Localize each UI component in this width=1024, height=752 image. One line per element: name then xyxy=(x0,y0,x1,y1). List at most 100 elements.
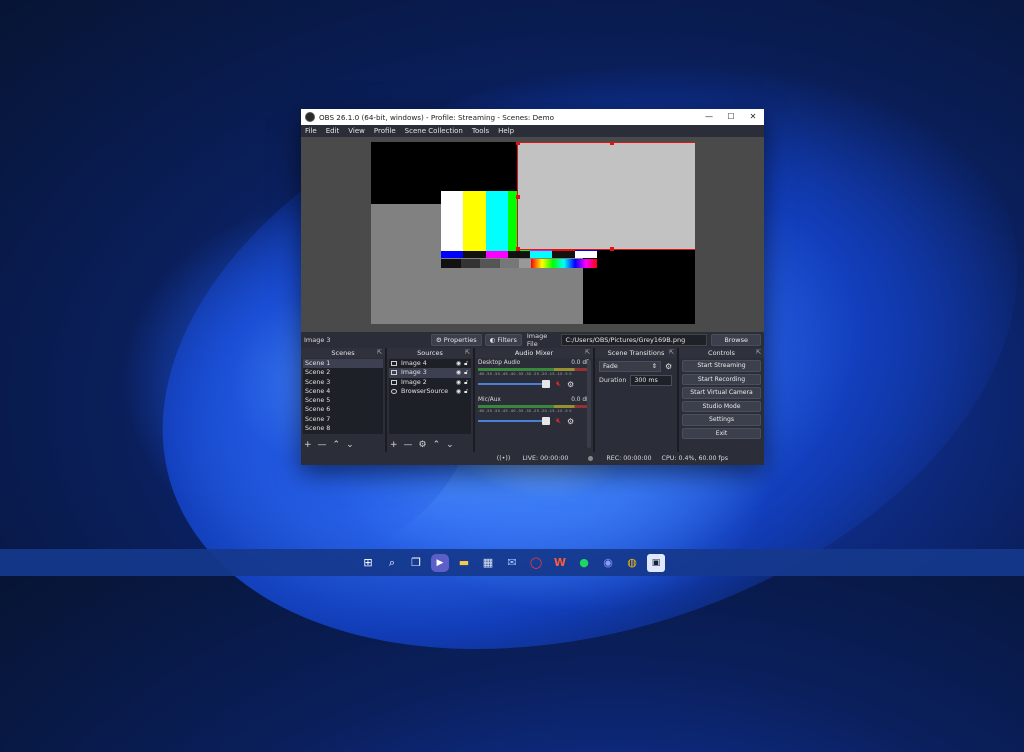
menu-tools[interactable]: Tools xyxy=(472,127,489,135)
scene-item[interactable]: Scene 2 xyxy=(303,368,383,377)
undock-icon[interactable]: ⇱ xyxy=(669,348,674,358)
scene-item[interactable]: Scene 5 xyxy=(303,396,383,405)
taskbar: ⊞ ⌕ ❐ ▶ ▬ ▦ ✉ ◯ W ● ◉ ◍ ▣ xyxy=(0,549,1024,576)
gear-icon[interactable]: ⚙ xyxy=(665,362,672,371)
color-bars-reverse xyxy=(441,251,597,258)
source-item[interactable]: Image 3 ◉ 🔓︎ xyxy=(389,368,471,378)
audio-mixer-dock: Audio Mixer ⇱ Desktop Audio 0.0 dB -60 -55… xyxy=(475,348,595,452)
lock-icon[interactable]: 🔓︎ xyxy=(464,387,468,396)
close-button[interactable]: ✕ xyxy=(742,109,764,125)
move-source-down-button[interactable]: ⌄ xyxy=(446,440,454,450)
volume-slider[interactable] xyxy=(478,417,550,425)
controls-title: Controls xyxy=(708,349,735,357)
obs-taskbar-icon[interactable]: ▣ xyxy=(647,553,665,572)
image-file-path-field[interactable]: C:/Users/OBS/Pictures/Grey169B.png xyxy=(561,333,708,346)
selection-box[interactable] xyxy=(516,142,695,251)
undock-icon[interactable]: ⇱ xyxy=(465,348,470,358)
lock-icon[interactable]: 🔓︎ xyxy=(464,378,468,387)
eye-icon[interactable]: ◉ xyxy=(456,368,461,377)
speaker-muted-icon[interactable]: 🔇︎ xyxy=(556,416,561,426)
office-icon[interactable]: W xyxy=(551,554,569,572)
source-settings-button[interactable]: ⚙ xyxy=(419,440,427,450)
eye-icon[interactable]: ◉ xyxy=(456,359,461,368)
gear-icon[interactable]: ⚙ xyxy=(567,417,574,426)
cpu-status: CPU: 0.4%, 60.00 fps xyxy=(661,455,728,462)
minimize-button[interactable]: — xyxy=(698,109,720,125)
move-scene-down-button[interactable]: ⌄ xyxy=(346,440,354,450)
chat-icon[interactable]: ▶ xyxy=(431,553,449,572)
volume-slider[interactable] xyxy=(478,380,550,388)
lock-icon[interactable]: 🔓︎ xyxy=(464,368,468,377)
channel-name: Mic/Aux xyxy=(478,397,501,403)
source-item[interactable]: BrowserSource ◉ 🔓︎ xyxy=(389,387,471,396)
source-item[interactable]: Image 4 ◉ 🔓︎ xyxy=(389,359,471,368)
maximize-button[interactable]: ☐ xyxy=(720,109,742,125)
settings-button[interactable]: Settings xyxy=(682,414,761,426)
scene-item[interactable]: Scene 1 xyxy=(303,359,383,369)
store-icon[interactable]: ▦ xyxy=(479,554,497,572)
scene-item[interactable]: Scene 7 xyxy=(303,415,383,424)
exit-button[interactable]: Exit xyxy=(682,427,761,439)
task-view-icon[interactable]: ❐ xyxy=(407,554,425,572)
studio-mode-button[interactable]: Studio Mode xyxy=(682,400,761,412)
menu-scene-collection[interactable]: Scene Collection xyxy=(405,127,463,135)
move-source-up-button[interactable]: ⌃ xyxy=(433,440,441,450)
menu-file[interactable]: File xyxy=(305,127,317,135)
menu-edit[interactable]: Edit xyxy=(326,127,340,135)
lock-icon[interactable]: 🔓︎ xyxy=(464,359,468,368)
add-scene-button[interactable]: + xyxy=(304,440,312,450)
start-streaming-button[interactable]: Start Streaming xyxy=(682,360,761,372)
undock-icon[interactable]: ⇱ xyxy=(756,348,761,358)
speaker-muted-icon[interactable]: 🔇︎ xyxy=(556,379,561,389)
mail-icon[interactable]: ✉ xyxy=(503,554,521,572)
gear-icon[interactable]: ⚙ xyxy=(567,380,574,389)
properties-label: Properties xyxy=(443,335,477,344)
filters-button[interactable]: ◐ Filters xyxy=(484,333,522,346)
menu-profile[interactable]: Profile xyxy=(374,127,396,135)
scene-item[interactable]: Scene 4 xyxy=(303,387,383,396)
record-dot-icon xyxy=(588,455,594,461)
eye-icon[interactable]: ◉ xyxy=(456,378,461,387)
remove-source-button[interactable]: — xyxy=(404,440,413,450)
search-icon[interactable]: ⌕ xyxy=(383,554,401,572)
mixer-scrollbar[interactable] xyxy=(587,360,591,448)
resize-handle[interactable] xyxy=(610,247,614,251)
add-source-button[interactable]: + xyxy=(390,440,398,450)
preview-area[interactable] xyxy=(301,137,764,332)
properties-button[interactable]: ⚙ Properties xyxy=(430,333,482,346)
windows-start-icon[interactable]: ⊞ xyxy=(359,554,377,572)
menu-help[interactable]: Help xyxy=(498,127,514,135)
slider-knob[interactable] xyxy=(542,417,550,425)
preview-canvas[interactable] xyxy=(371,142,695,324)
resize-handle[interactable] xyxy=(516,247,520,251)
scene-item[interactable]: Scene 6 xyxy=(303,405,383,414)
sources-dock: Sources ⇱ Image 4 ◉ 🔓︎ Image 3 ◉ 🔓︎ Image… xyxy=(387,348,475,452)
transition-select[interactable]: Fade ⇕ xyxy=(599,361,661,372)
scene-item[interactable]: Scene 8 xyxy=(303,424,383,433)
resize-handle[interactable] xyxy=(610,142,614,145)
resize-handle[interactable] xyxy=(516,195,520,199)
menu-view[interactable]: View xyxy=(348,127,365,135)
dock-area: Scenes ⇱ Scene 1 Scene 2 Scene 3 Scene 4 … xyxy=(301,348,764,452)
source-item[interactable]: Image 2 ◉ 🔓︎ xyxy=(389,378,471,387)
eye-icon[interactable]: ◉ xyxy=(456,387,461,396)
move-scene-up-button[interactable]: ⌃ xyxy=(333,440,341,450)
start-virtual-camera-button[interactable]: Start Virtual Camera xyxy=(682,387,761,399)
file-explorer-icon[interactable]: ▬ xyxy=(455,554,473,572)
undock-icon[interactable]: ⇱ xyxy=(585,348,590,358)
opera-icon[interactable]: ◯ xyxy=(527,554,545,572)
chrome-icon[interactable]: ◍ xyxy=(623,554,641,572)
start-recording-button[interactable]: Start Recording xyxy=(682,373,761,385)
spotify-icon[interactable]: ● xyxy=(575,554,593,572)
undock-icon[interactable]: ⇱ xyxy=(377,348,382,358)
browse-button[interactable]: Browse xyxy=(711,333,762,346)
duration-spinbox[interactable]: 300 ms xyxy=(630,375,673,386)
scene-transitions-dock: Scene Transitions ⇱ Fade ⇕ ⚙ Duration 300 … xyxy=(595,348,679,452)
remove-scene-button[interactable]: — xyxy=(318,440,327,450)
resize-handle[interactable] xyxy=(516,142,520,145)
discord-icon[interactable]: ◉ xyxy=(599,554,617,572)
meter-ticks: -60 -55 -50 -45 -40 -35 -30 -25 -20 -15 … xyxy=(478,372,572,376)
scene-item[interactable]: Scene 3 xyxy=(303,378,383,387)
slider-knob[interactable] xyxy=(542,380,550,388)
filters-label: Filters xyxy=(497,335,517,344)
